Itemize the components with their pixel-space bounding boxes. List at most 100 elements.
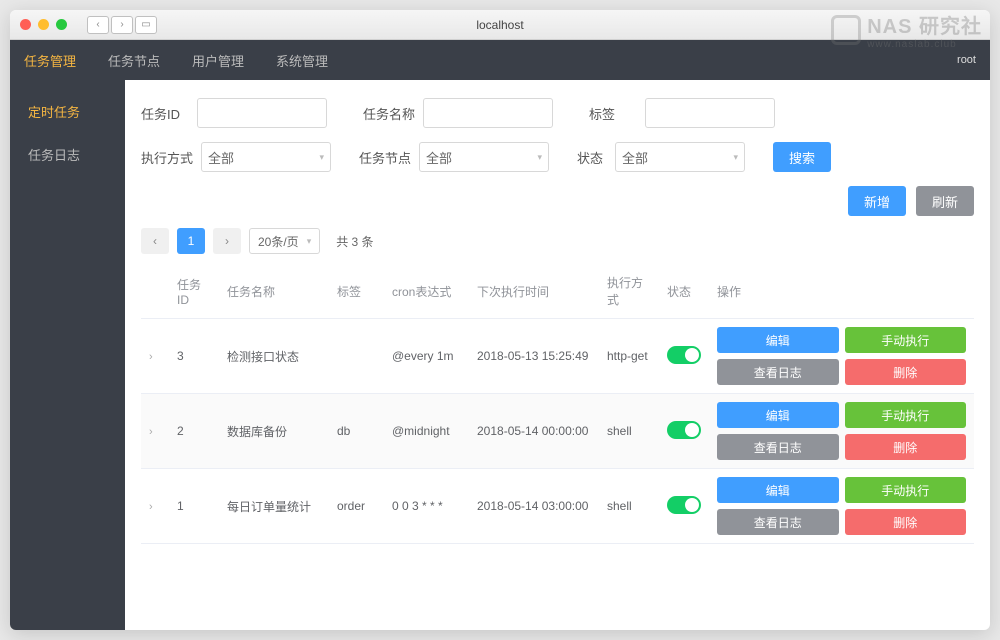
cell-next: 2018-05-14 03:00:00 <box>469 469 599 544</box>
add-button[interactable]: 新增 <box>848 186 906 216</box>
task-table: 任务ID 任务名称 标签 cron表达式 下次执行时间 执行方式 状态 操作 ›… <box>141 264 974 544</box>
col-status: 状态 <box>659 264 709 319</box>
expand-icon[interactable]: › <box>149 351 153 363</box>
task-id-input[interactable] <box>197 98 327 128</box>
edit-button[interactable]: 编辑 <box>717 402 839 428</box>
forward-button[interactable]: › <box>111 16 133 34</box>
filter-label: 任务节点 <box>359 148 411 167</box>
expand-icon[interactable]: › <box>149 501 153 513</box>
view-log-button[interactable]: 查看日志 <box>717 509 839 535</box>
cell-mode: http-get <box>599 319 659 394</box>
minimize-icon[interactable] <box>38 19 49 30</box>
back-button[interactable]: ‹ <box>87 16 109 34</box>
select-value: 全部 <box>208 148 234 167</box>
col-id: 任务ID <box>169 264 219 319</box>
cell-mode: shell <box>599 394 659 469</box>
col-ops: 操作 <box>709 264 974 319</box>
cell-name: 每日订单量统计 <box>219 469 329 544</box>
pagination: ‹ 1 › 20条/页 ▾ 共 3 条 <box>141 228 974 254</box>
window-controls <box>20 19 67 30</box>
col-tag: 标签 <box>329 264 384 319</box>
nav-system-manage[interactable]: 系统管理 <box>276 51 328 70</box>
cell-tag: db <box>329 394 384 469</box>
top-nav-items: 任务管理 任务节点 用户管理 系统管理 <box>24 51 328 70</box>
total-count: 共 3 条 <box>336 233 373 250</box>
prev-page-button[interactable]: ‹ <box>141 228 169 254</box>
nav-task-manage[interactable]: 任务管理 <box>24 51 76 70</box>
nav-buttons: ‹ › ▭ <box>87 16 157 34</box>
nav-task-node[interactable]: 任务节点 <box>108 51 160 70</box>
nav-user-manage[interactable]: 用户管理 <box>192 51 244 70</box>
cell-mode: shell <box>599 469 659 544</box>
filter-label: 任务名称 <box>363 104 415 123</box>
cell-tag: order <box>329 469 384 544</box>
col-next: 下次执行时间 <box>469 264 599 319</box>
cell-cron: 0 0 3 * * * <box>384 469 469 544</box>
task-name-input[interactable] <box>423 98 553 128</box>
content-body: 定时任务 任务日志 任务ID 任务名称 标签 执行方式 全部 ▾ 任务节点 全部 ▾ <box>10 80 990 630</box>
cell-id: 1 <box>169 469 219 544</box>
table-row: › 3检测接口状态 @every 1m2018-05-13 15:25:49http… <box>141 319 974 394</box>
filter-label: 标签 <box>589 104 637 123</box>
tabs-button[interactable]: ▭ <box>135 16 157 34</box>
sidebar: 定时任务 任务日志 <box>10 80 125 630</box>
refresh-button[interactable]: 刷新 <box>916 186 974 216</box>
table-row: › 1每日订单量统计order0 0 3 * * *2018-05-14 03:0… <box>141 469 974 544</box>
cell-tag <box>329 319 384 394</box>
main-panel: 任务ID 任务名称 标签 执行方式 全部 ▾ 任务节点 全部 ▾ 状态 全部 ▾ 搜索 <box>125 80 990 630</box>
table-row: ›2数据库备份db@midnight2018-05-14 00:00:00she… <box>141 394 974 469</box>
page-number[interactable]: 1 <box>177 228 205 254</box>
chevron-down-icon: ▾ <box>319 152 324 163</box>
maximize-icon[interactable] <box>56 19 67 30</box>
cell-id: 2 <box>169 394 219 469</box>
search-button[interactable]: 搜索 <box>773 142 831 172</box>
view-log-button[interactable]: 查看日志 <box>717 434 839 460</box>
task-node-select[interactable]: 全部 ▾ <box>419 142 549 172</box>
status-toggle[interactable] <box>667 421 701 439</box>
edit-button[interactable]: 编辑 <box>717 327 839 353</box>
run-button[interactable]: 手动执行 <box>845 477 967 503</box>
col-name: 任务名称 <box>219 264 329 319</box>
col-expand <box>141 264 169 319</box>
expand-icon[interactable]: › <box>149 426 153 438</box>
delete-button[interactable]: 删除 <box>845 509 967 535</box>
filter-label: 执行方式 <box>141 148 193 167</box>
cell-name: 数据库备份 <box>219 394 329 469</box>
tag-input[interactable] <box>645 98 775 128</box>
app-window: ‹ › ▭ localhost 任务管理 任务节点 用户管理 系统管理 root… <box>10 10 990 630</box>
filter-label: 状态 <box>577 148 607 167</box>
delete-button[interactable]: 删除 <box>845 359 967 385</box>
status-toggle[interactable] <box>667 346 701 364</box>
cell-id: 3 <box>169 319 219 394</box>
sidebar-item-task-log[interactable]: 任务日志 <box>10 133 125 176</box>
action-row: 新增 刷新 <box>141 186 974 216</box>
select-value: 全部 <box>622 148 648 167</box>
next-page-button[interactable]: › <box>213 228 241 254</box>
col-mode: 执行方式 <box>599 264 659 319</box>
per-page-select[interactable]: 20条/页 ▾ <box>249 228 320 254</box>
current-user: root <box>957 54 976 66</box>
delete-button[interactable]: 删除 <box>845 434 967 460</box>
cell-name: 检测接口状态 <box>219 319 329 394</box>
view-log-button[interactable]: 查看日志 <box>717 359 839 385</box>
close-icon[interactable] <box>20 19 31 30</box>
chevron-down-icon: ▾ <box>307 236 312 247</box>
sidebar-item-cron-task[interactable]: 定时任务 <box>10 90 125 133</box>
select-value: 20条/页 <box>258 233 299 250</box>
chevron-down-icon: ▾ <box>734 152 739 163</box>
cell-cron: @every 1m <box>384 319 469 394</box>
browser-titlebar: ‹ › ▭ localhost <box>10 10 990 40</box>
address-bar[interactable]: localhost <box>476 18 523 32</box>
exec-mode-select[interactable]: 全部 ▾ <box>201 142 331 172</box>
edit-button[interactable]: 编辑 <box>717 477 839 503</box>
chevron-down-icon: ▾ <box>538 152 543 163</box>
run-button[interactable]: 手动执行 <box>845 402 967 428</box>
status-toggle[interactable] <box>667 496 701 514</box>
run-button[interactable]: 手动执行 <box>845 327 967 353</box>
filter-row-1: 任务ID 任务名称 标签 <box>141 98 974 128</box>
table-header-row: 任务ID 任务名称 标签 cron表达式 下次执行时间 执行方式 状态 操作 <box>141 264 974 319</box>
cell-next: 2018-05-14 00:00:00 <box>469 394 599 469</box>
status-select[interactable]: 全部 ▾ <box>615 142 745 172</box>
cell-next: 2018-05-13 15:25:49 <box>469 319 599 394</box>
select-value: 全部 <box>426 148 452 167</box>
